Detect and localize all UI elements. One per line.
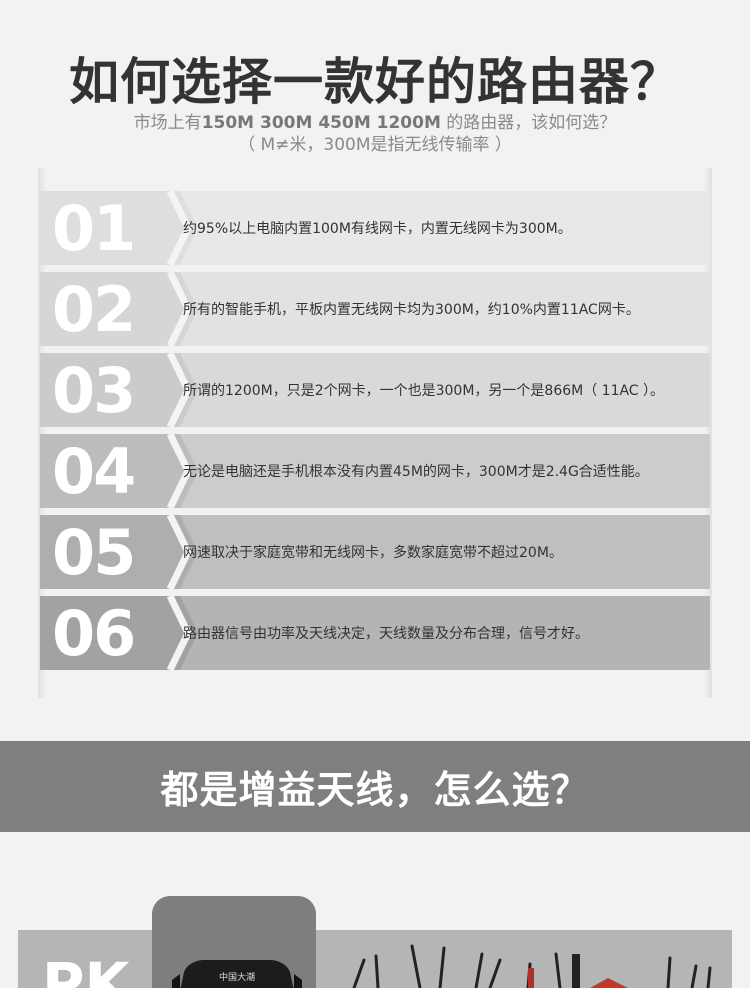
item-text: 约95%以上电脑内置100M有线网卡，内置无线网卡为300M。	[183, 221, 572, 237]
antenna-icon	[666, 956, 672, 988]
list-item: 05 网速取决于家庭宽带和无线网卡，多数家庭宽带不超过20M。	[40, 515, 710, 589]
list-item: 03 所谓的1200M，只是2个网卡，一个也是300M，另一个是866M（ 11A…	[40, 353, 710, 427]
router-brand-label: 中国大潮	[219, 971, 255, 983]
antenna-icon	[488, 958, 502, 988]
antenna-icon	[410, 944, 422, 988]
section-band: 都是增益天线，怎么选？	[0, 741, 750, 832]
subtitle-suffix: 的路由器，该如何选？	[440, 113, 617, 133]
subtitle-note: （ M≠米，300M是指无线传输率 ）	[238, 135, 512, 155]
subtitle-speeds: 150M 300M 450M 1200M	[201, 113, 441, 133]
item-text: 无论是电脑还是手机根本没有内置45M的网卡，300M才是2.4G合适性能。	[183, 464, 649, 480]
list-item: 06 路由器信号由功率及天线决定，天线数量及分布合理，信号才好。	[40, 596, 710, 670]
pk-label: PK	[42, 950, 130, 988]
item-text: 路由器信号由功率及天线决定，天线数量及分布合理，信号才好。	[183, 626, 589, 642]
section-title: 都是增益天线，怎么选？	[160, 768, 590, 812]
item-text: 网速取决于家庭宽带和无线网卡，多数家庭宽带不超过20M。	[183, 545, 563, 561]
antenna-icon	[690, 964, 698, 988]
antenna-icon	[554, 952, 562, 988]
router-red-icon	[590, 978, 628, 988]
antenna-icon	[474, 952, 484, 988]
subtitle: 市场上有150M 300M 450M 1200M 的路由器，该如何选？	[0, 112, 750, 134]
antennas-image	[352, 944, 712, 988]
antenna-icon	[706, 966, 712, 988]
list-item: 04 无论是电脑还是手机根本没有内置45M的网卡，300M才是2.4G合适性能。	[40, 434, 710, 508]
item-text: 所有的智能手机，平板内置无线网卡均为300M，约10%内置11AC网卡。	[183, 302, 640, 318]
router-image: 中国大潮	[172, 960, 302, 988]
antenna-icon	[438, 946, 446, 988]
antenna-icon	[352, 958, 366, 988]
subtitle-prefix: 市场上有	[133, 113, 202, 133]
list-item: 01 约95%以上电脑内置100M有线网卡，内置无线网卡为300M。	[40, 191, 710, 265]
router-red-icon	[528, 968, 534, 988]
antenna-icon	[374, 954, 380, 988]
antenna-icon	[572, 954, 580, 988]
list-item: 02 所有的智能手机，平板内置无线网卡均为300M，约10%内置11AC网卡。	[40, 272, 710, 346]
item-text: 所谓的1200M，只是2个网卡，一个也是300M，另一个是866M（ 11AC …	[183, 383, 665, 399]
page-title: 如何选择一款好的路由器？	[69, 53, 681, 111]
